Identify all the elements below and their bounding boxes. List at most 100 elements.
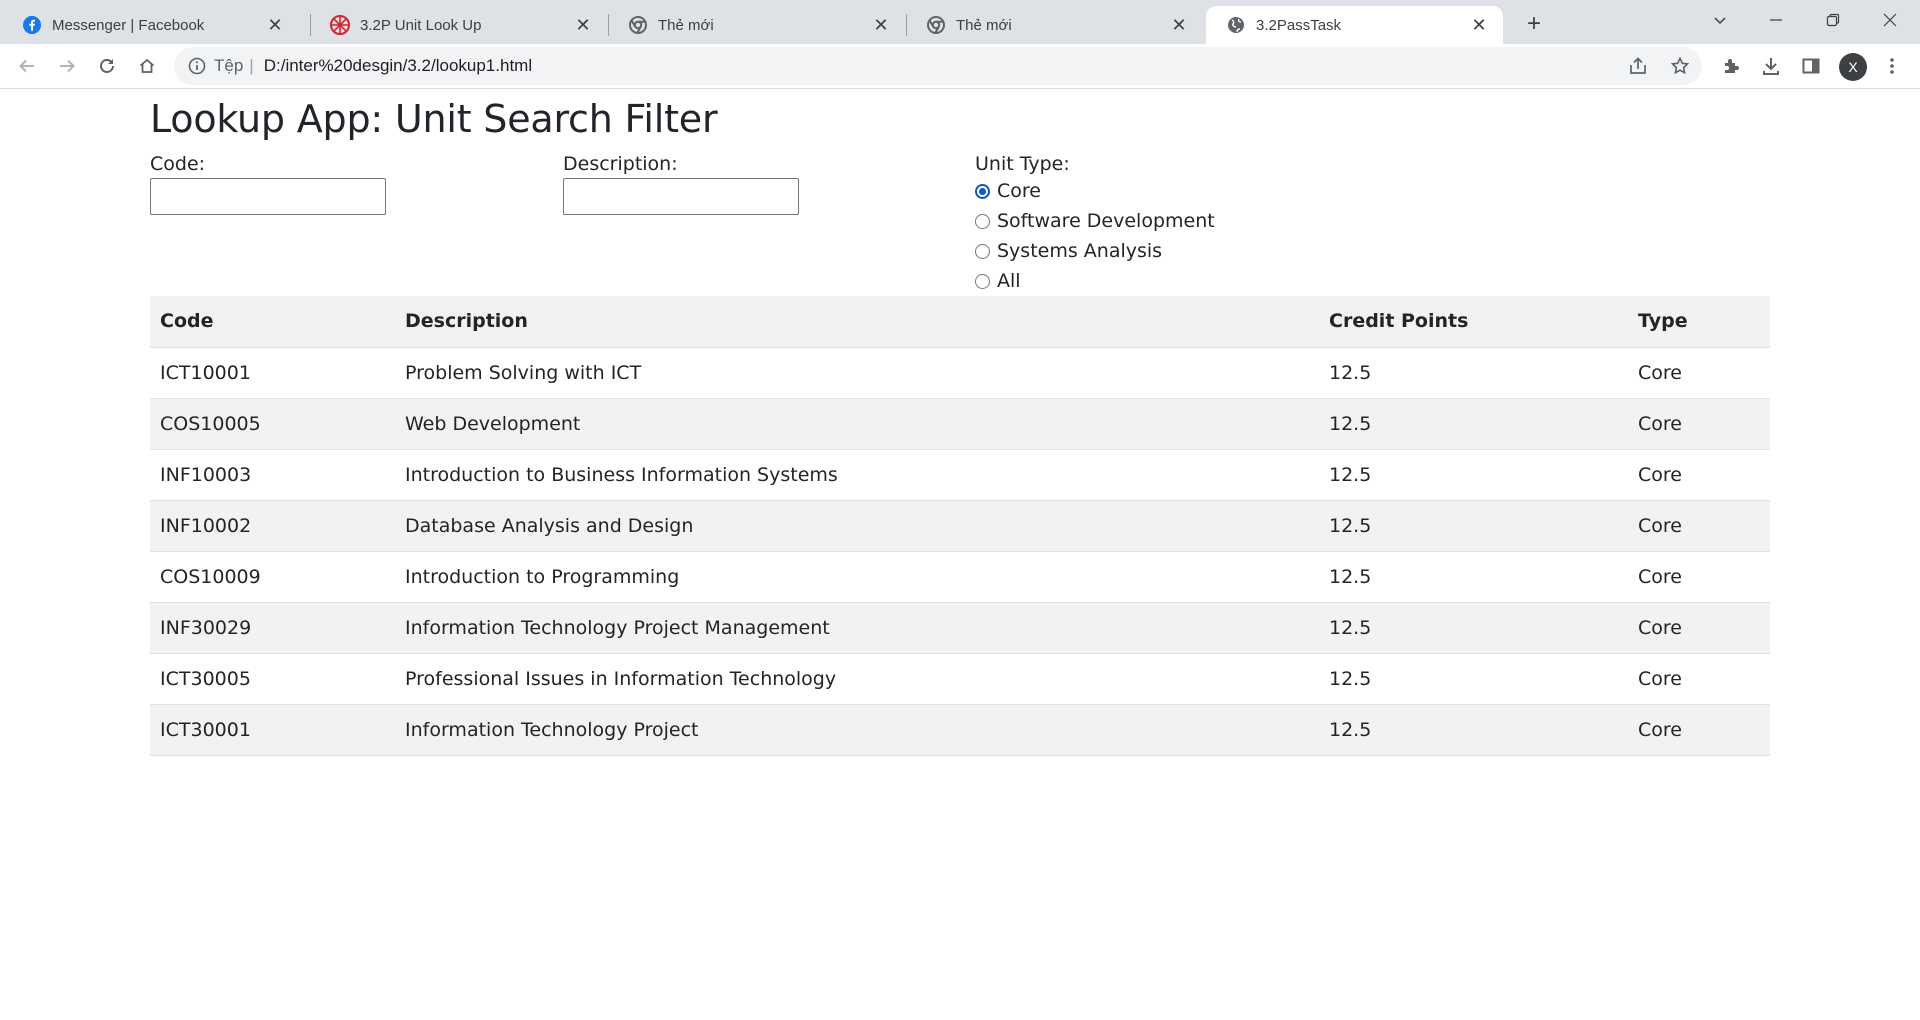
close-window-button[interactable] xyxy=(1862,0,1918,40)
filter-form: Code: Description: Unit Type: Core Softw… xyxy=(150,152,1770,296)
close-icon[interactable]: ✕ xyxy=(871,15,891,35)
radio-label: Core xyxy=(997,180,1041,202)
tab-title: Messenger | Facebook xyxy=(52,16,205,34)
minimize-icon xyxy=(1770,19,1782,21)
close-icon[interactable]: ✕ xyxy=(1169,15,1189,35)
radio-button[interactable] xyxy=(975,183,990,199)
tab-title: Thẻ mới xyxy=(956,16,1012,34)
description-label: Description: xyxy=(563,153,678,175)
tab-search-button[interactable] xyxy=(1692,0,1748,40)
url-divider: | xyxy=(249,56,254,75)
description-input[interactable] xyxy=(563,178,799,215)
kebab-menu-icon xyxy=(1890,58,1894,74)
share-icon xyxy=(1630,57,1646,74)
radio-button[interactable] xyxy=(975,243,990,259)
chrome-icon xyxy=(926,15,946,35)
cell-type: Core xyxy=(1628,551,1770,603)
download-icon xyxy=(1763,58,1779,75)
unit-type-label: Unit Type: xyxy=(975,153,1070,175)
page-title: Lookup App: Unit Search Filter xyxy=(150,97,718,141)
chevron-down-icon xyxy=(1714,17,1726,25)
cell-credit-points: 12.5 xyxy=(1319,500,1628,552)
cell-description: Information Technology Project Managemen… xyxy=(395,602,1319,654)
cell-credit-points: 12.5 xyxy=(1319,398,1628,450)
table-row: INF10003 Introduction to Business Informa… xyxy=(150,449,1770,501)
code-input[interactable] xyxy=(150,178,386,215)
cell-description: Database Analysis and Design xyxy=(395,500,1319,552)
unit-type-filter: Unit Type: Core Software Development Sys… xyxy=(975,152,1215,296)
new-tab-button[interactable]: + xyxy=(1518,8,1550,40)
side-panel-button[interactable] xyxy=(1795,50,1827,82)
back-button[interactable] xyxy=(11,50,43,82)
restore-icon xyxy=(1826,13,1840,27)
column-header-type: Type xyxy=(1628,296,1770,348)
cell-code: INF10002 xyxy=(150,500,395,552)
restore-button[interactable] xyxy=(1805,0,1861,40)
radio-option-systems-analysis[interactable]: Systems Analysis xyxy=(975,236,1215,266)
reload-button[interactable] xyxy=(91,50,123,82)
close-icon[interactable]: ✕ xyxy=(1469,15,1489,35)
radio-label: Software Development xyxy=(997,210,1215,232)
home-icon xyxy=(139,58,155,73)
profile-avatar[interactable]: X xyxy=(1839,53,1867,81)
radio-option-all[interactable]: All xyxy=(975,266,1215,296)
radio-button[interactable] xyxy=(975,213,990,229)
table-row: INF30029 Information Technology Project M… xyxy=(150,602,1770,654)
table-body: ICT10001 Problem Solving with ICT 12.5 Core… xyxy=(150,347,1770,756)
cell-credit-points: 12.5 xyxy=(1319,347,1628,399)
tab-new-tab-2[interactable]: Thẻ mới ✕ xyxy=(906,6,1203,44)
url-scheme-label: Tệp xyxy=(214,56,244,75)
table-row: ICT10001 Problem Solving with ICT 12.5 Core xyxy=(150,347,1770,399)
radio-option-software-development[interactable]: Software Development xyxy=(975,206,1215,236)
info-icon xyxy=(188,57,206,75)
cell-credit-points: 12.5 xyxy=(1319,704,1628,756)
tab-unit-lookup[interactable]: 3.2P Unit Look Up ✕ xyxy=(310,6,607,44)
table-row: COS10009 Introduction to Programming 12.5 C… xyxy=(150,551,1770,603)
cell-description: Professional Issues in Information Techn… xyxy=(395,653,1319,705)
radio-label: Systems Analysis xyxy=(997,240,1163,262)
extensions-button[interactable] xyxy=(1715,50,1747,82)
close-icon[interactable]: ✕ xyxy=(573,15,593,35)
reload-icon xyxy=(100,59,114,73)
close-icon[interactable]: ✕ xyxy=(265,15,285,35)
tab-title: Thẻ mới xyxy=(658,16,714,34)
cell-type: Core xyxy=(1628,500,1770,552)
tab-messenger[interactable]: Messenger | Facebook ✕ xyxy=(2,6,299,44)
star-icon xyxy=(1670,56,1690,75)
column-header-description: Description xyxy=(395,296,1319,348)
cell-code: ICT30005 xyxy=(150,653,395,705)
radio-option-core[interactable]: Core xyxy=(975,176,1215,206)
browser-toolbar: Tệp | D:/inter%20desgin/3.2/lookup1.html… xyxy=(0,44,1920,89)
cell-description: Problem Solving with ICT xyxy=(395,347,1319,399)
menu-button[interactable] xyxy=(1876,50,1908,82)
cell-credit-points: 12.5 xyxy=(1319,551,1628,603)
side-panel-icon xyxy=(1802,58,1820,74)
close-icon xyxy=(1883,13,1897,27)
cell-type: Core xyxy=(1628,347,1770,399)
minimize-button[interactable] xyxy=(1748,0,1804,40)
radio-button[interactable] xyxy=(975,273,990,289)
cell-credit-points: 12.5 xyxy=(1319,602,1628,654)
cell-description: Introduction to Business Information Sys… xyxy=(395,449,1319,501)
arrow-left-icon xyxy=(19,59,34,73)
puzzle-icon xyxy=(1725,59,1739,73)
table-header-row: Code Description Credit Points Type xyxy=(150,296,1770,348)
forward-button[interactable] xyxy=(51,50,83,82)
cell-credit-points: 12.5 xyxy=(1319,449,1628,501)
cell-description: Introduction to Programming xyxy=(395,551,1319,603)
downloads-button[interactable] xyxy=(1755,50,1787,82)
description-filter: Description: xyxy=(563,152,799,215)
cell-code: INF30029 xyxy=(150,602,395,654)
tab-active-passtask[interactable]: 3.2PassTask ✕ xyxy=(1206,6,1503,44)
cell-description: Information Technology Project xyxy=(395,704,1319,756)
cell-code: COS10005 xyxy=(150,398,395,450)
url-text: D:/inter%20desgin/3.2/lookup1.html xyxy=(263,56,533,75)
cell-type: Core xyxy=(1628,704,1770,756)
code-filter: Code: xyxy=(150,152,386,215)
cell-type: Core xyxy=(1628,602,1770,654)
address-bar[interactable]: Tệp | D:/inter%20desgin/3.2/lookup1.html xyxy=(174,47,1702,85)
table-row: INF10002 Database Analysis and Design 12.5… xyxy=(150,500,1770,552)
tab-new-tab-1[interactable]: Thẻ mới ✕ xyxy=(608,6,905,44)
units-table: Code Description Credit Points Type ICT1… xyxy=(150,296,1770,756)
home-button[interactable] xyxy=(131,50,163,82)
